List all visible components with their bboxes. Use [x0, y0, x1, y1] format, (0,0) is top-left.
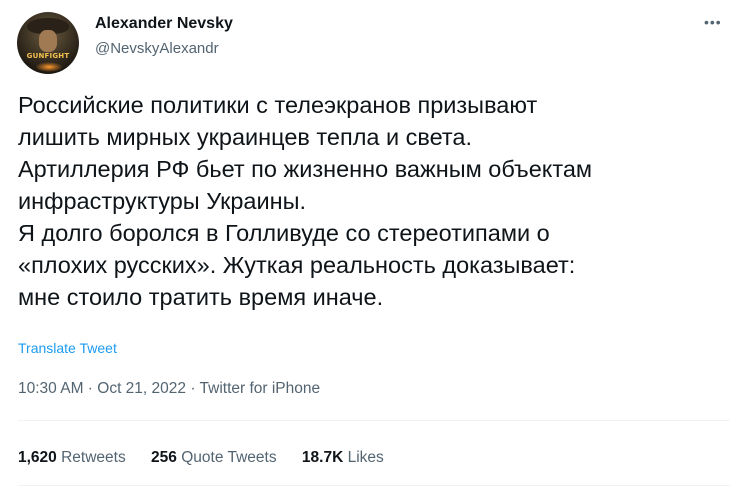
tweet-stats: 1,620 Retweets 256 Quote Tweets 18.7K Li…: [18, 449, 405, 467]
more-dots-icon[interactable]: •••: [704, 14, 722, 30]
retweets-label: Retweets: [61, 449, 126, 466]
tweet-line: инфраструктуры Украины.: [18, 188, 307, 214]
avatar[interactable]: GUNFIGHT: [17, 12, 79, 74]
retweets-stat[interactable]: 1,620 Retweets: [18, 449, 126, 467]
likes-label: Likes: [347, 449, 384, 466]
tweet-line: Артиллерия РФ бьет по жизненно важным об…: [18, 156, 593, 182]
quote-tweets-stat[interactable]: 256 Quote Tweets: [151, 449, 277, 467]
divider: [18, 420, 730, 421]
quote-tweets-label: Quote Tweets: [181, 449, 277, 466]
translate-tweet-link[interactable]: Translate Tweet: [18, 340, 117, 356]
avatar-logo-text: GUNFIGHT: [26, 52, 70, 60]
avatar-glow: [35, 62, 63, 72]
tweet-line: «плохих русских». Жуткая реальность дока…: [18, 252, 576, 278]
likes-count: 18.7K: [301, 449, 344, 466]
tweet-line: Российские политики с телеэкранов призыв…: [18, 92, 538, 118]
tweet-meta[interactable]: 10:30 AM · Oct 21, 2022 · Twitter for iP…: [18, 380, 320, 398]
avatar-face: [39, 30, 57, 52]
author-name[interactable]: Alexander Nevsky: [95, 15, 233, 33]
tweet-text: Российские политики с телеэкранов призыв…: [18, 89, 728, 313]
retweets-count: 1,620: [18, 449, 57, 466]
likes-stat[interactable]: 18.7K Likes: [302, 449, 384, 467]
tweet-line: лишить мирных украинцев тепла и света.: [18, 124, 473, 150]
quote-tweets-count: 256: [151, 449, 177, 466]
tweet-line: мне стоило тратить время иначе.: [18, 284, 384, 310]
tweet-line: Я долго боролся в Голливуде со стереотип…: [18, 220, 550, 246]
author-handle[interactable]: @NevskyAlexandr: [95, 40, 219, 57]
